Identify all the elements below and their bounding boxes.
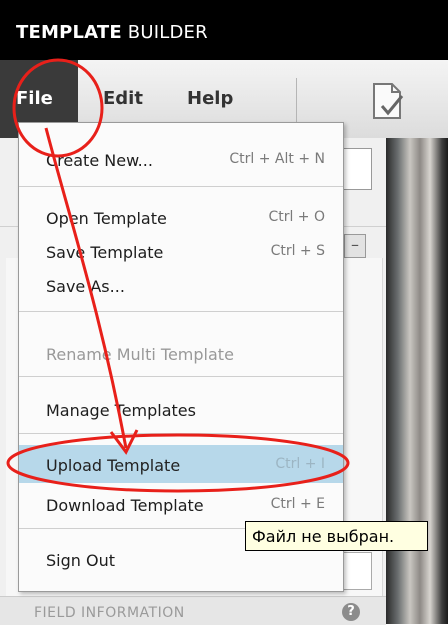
- app-title-light: BUILDER: [127, 22, 208, 43]
- panel-input-box[interactable]: [340, 148, 372, 190]
- collapse-button[interactable]: –: [344, 234, 366, 258]
- menu-item-label: Rename Multi Template: [46, 345, 234, 364]
- menu-item-shortcut: Ctrl + O: [268, 209, 325, 225]
- document-check-icon[interactable]: [370, 82, 406, 126]
- menu-separator: [19, 186, 343, 187]
- menu-item-upload-template[interactable]: Upload Template Ctrl + I: [19, 445, 343, 483]
- menu-item-label: Upload Template: [46, 456, 181, 475]
- menu-item-label: Open Template: [46, 209, 167, 228]
- menu-separator: [19, 376, 343, 377]
- file-menu-label: File: [16, 88, 53, 109]
- menu-item-manage-templates[interactable]: Manage Templates: [19, 392, 343, 426]
- app-title: TEMPLATE BUILDER: [16, 22, 208, 43]
- tooltip-text: Файл не выбран.: [252, 527, 395, 546]
- menu-item-shortcut: Ctrl + I: [275, 456, 325, 472]
- help-icon[interactable]: ?: [342, 603, 360, 621]
- app-title-bold: TEMPLATE: [16, 22, 122, 43]
- menu-item-shortcut: Ctrl + E: [270, 496, 325, 512]
- menu-separator: [19, 311, 343, 312]
- menu-item-shortcut: Ctrl + S: [270, 243, 325, 259]
- menu-item-rename-multi-template: Rename Multi Template: [19, 336, 343, 370]
- menu-separator: [19, 433, 343, 434]
- menu-item-label: Download Template: [46, 496, 204, 515]
- template-canvas-image: [386, 138, 448, 624]
- menu-item-label: Create New...: [46, 151, 153, 170]
- menu-item-label: Sign Out: [46, 551, 115, 570]
- help-menu-button[interactable]: Help: [187, 88, 233, 109]
- file-tooltip: Файл не выбран.: [245, 521, 428, 551]
- panel-side-box[interactable]: [340, 552, 372, 590]
- menu-item-shortcut: Ctrl + Alt + N: [229, 151, 325, 167]
- field-information-label: FIELD INFORMATION: [34, 605, 185, 621]
- menu-item-download-template[interactable]: Download Template Ctrl + E: [19, 487, 343, 521]
- menu-item-label: Save As...: [46, 277, 125, 296]
- edit-menu-button[interactable]: Edit: [103, 88, 143, 109]
- menu-item-label: Save Template: [46, 243, 164, 262]
- field-information-header[interactable]: FIELD INFORMATION ?: [0, 596, 386, 625]
- menu-item-save-as[interactable]: Save As...: [19, 268, 343, 302]
- menu-item-create-new[interactable]: Create New... Ctrl + Alt + N: [19, 142, 343, 176]
- menu-item-label: Manage Templates: [46, 401, 196, 420]
- menu-item-open-template[interactable]: Open Template Ctrl + O: [19, 200, 343, 234]
- menu-divider: [296, 78, 297, 122]
- title-bar: TEMPLATE BUILDER: [0, 0, 448, 60]
- menu-item-save-template[interactable]: Save Template Ctrl + S: [19, 234, 343, 268]
